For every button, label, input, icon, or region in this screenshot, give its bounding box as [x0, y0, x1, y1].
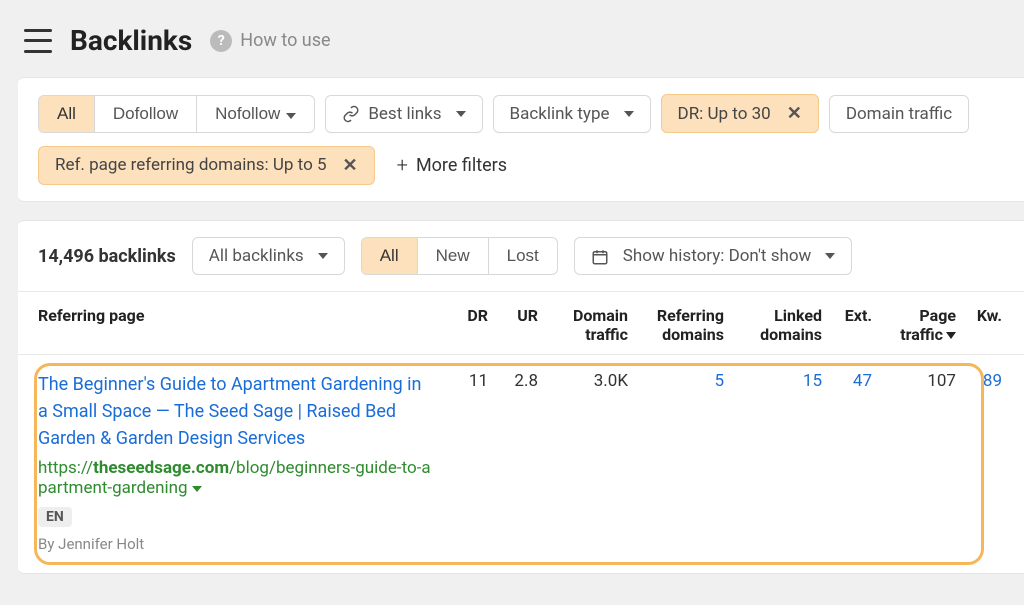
ref-domains-filter[interactable]: Ref. page referring domains: Up to 5 ✕ [38, 146, 375, 185]
calendar-icon [591, 246, 615, 266]
caret-down-icon [318, 253, 328, 259]
follow-nofollow[interactable]: Nofollow [196, 96, 314, 132]
all-backlinks-dropdown[interactable]: All backlinks [192, 237, 345, 275]
cell-domain-traffic: 3.0K [546, 371, 628, 553]
cell-page-traffic: 107 [880, 371, 956, 553]
link-icon [342, 105, 360, 123]
plus-icon: + [397, 153, 408, 177]
backlinks-table: Referring page DR UR Domain traffic Refe… [18, 291, 1024, 573]
backlink-type-filter[interactable]: Backlink type [493, 95, 651, 133]
best-links-filter[interactable]: Best links [325, 95, 482, 133]
how-to-use-label: How to use [240, 30, 330, 51]
status-all[interactable]: All [362, 238, 417, 274]
backlinks-count: 14,496 backlinks [38, 246, 176, 267]
table-row: The Beginner's Guide to Apartment Garden… [18, 355, 1024, 573]
caret-down-icon [624, 111, 634, 117]
cell-dr: 11 [442, 371, 488, 553]
cell-linked-domains[interactable]: 15 [732, 371, 822, 553]
caret-down-icon[interactable] [192, 486, 202, 492]
col-ext[interactable]: Ext. [830, 306, 872, 344]
follow-dofollow[interactable]: Dofollow [94, 96, 196, 132]
table-header: Referring page DR UR Domain traffic Refe… [18, 291, 1024, 355]
caret-down-icon [456, 111, 466, 117]
how-to-use-link[interactable]: ? How to use [210, 30, 330, 52]
col-dr[interactable]: DR [442, 306, 488, 344]
cell-ur: 2.8 [496, 371, 538, 553]
col-ur[interactable]: UR [496, 306, 538, 344]
col-kw[interactable]: Kw. [964, 306, 1002, 344]
caret-down-icon [825, 253, 835, 259]
cell-kw[interactable]: 89 [964, 371, 1002, 553]
results-panel: 14,496 backlinks All backlinks All New L… [18, 220, 1024, 574]
col-linked-domains[interactable]: Linked domains [732, 306, 822, 344]
language-badge: EN [38, 507, 72, 527]
close-icon[interactable]: ✕ [343, 155, 358, 176]
help-icon: ? [210, 30, 232, 52]
follow-segmented: All Dofollow Nofollow [38, 95, 315, 133]
sort-desc-icon [946, 332, 956, 339]
more-filters-button[interactable]: + More filters [385, 145, 519, 185]
status-lost[interactable]: Lost [488, 238, 557, 274]
page-title: Backlinks [70, 24, 192, 57]
menu-button[interactable] [24, 29, 52, 53]
filter-panel: All Dofollow Nofollow Best links Backlin… [18, 77, 1024, 202]
status-segmented: All New Lost [361, 237, 558, 275]
col-domain-traffic[interactable]: Domain traffic [546, 306, 628, 344]
author-label: By Jennifer Holt [38, 535, 434, 553]
status-new[interactable]: New [417, 238, 488, 274]
follow-all[interactable]: All [39, 96, 94, 132]
show-history-dropdown[interactable]: Show history: Don't show [574, 237, 853, 275]
domain-traffic-filter[interactable]: Domain traffic [829, 95, 969, 133]
caret-down-icon [286, 113, 296, 119]
close-icon[interactable]: ✕ [787, 103, 802, 124]
dr-filter[interactable]: DR: Up to 30 ✕ [661, 94, 819, 133]
cell-referring-domains[interactable]: 5 [636, 371, 724, 553]
col-referring-domains[interactable]: Referring domains [636, 306, 724, 344]
col-referring-page[interactable]: Referring page [38, 306, 434, 344]
col-page-traffic[interactable]: Page traffic [880, 306, 956, 344]
referring-page-title[interactable]: The Beginner's Guide to Apartment Garden… [38, 371, 434, 452]
cell-ext[interactable]: 47 [830, 371, 872, 553]
referring-page-url[interactable]: https://theseedsage.com/blog/beginners-g… [38, 458, 434, 498]
